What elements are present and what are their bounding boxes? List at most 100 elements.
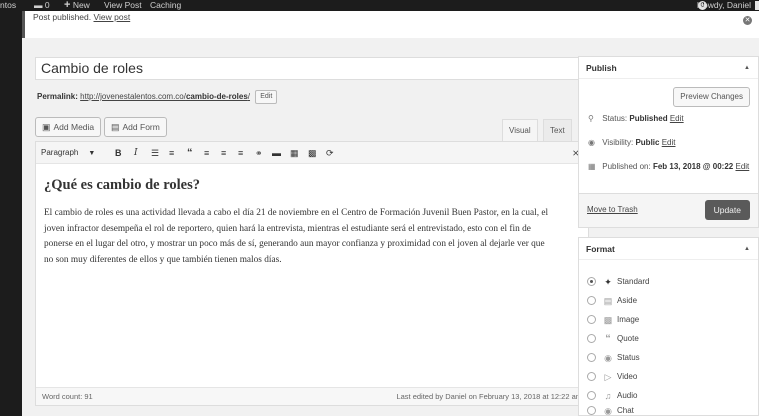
format-option-label: Chat: [617, 406, 634, 415]
published-label: Published on:: [602, 162, 651, 171]
collapse-arrow-icon[interactable]: ▲: [744, 238, 750, 260]
last-edited: Last edited by Daniel on February 13, 20…: [396, 392, 582, 401]
comments-count: 0: [44, 0, 50, 10]
format-option-label: Standard: [617, 277, 650, 286]
content-paragraph: El cambio de roles es una actividad llev…: [44, 208, 549, 265]
format-select-value: Paragraph: [41, 148, 79, 157]
chevron-down-icon: ▼: [88, 150, 96, 157]
view-post-link[interactable]: View Post: [104, 0, 142, 11]
visibility-edit-link[interactable]: Edit: [662, 138, 676, 147]
radio[interactable]: [587, 334, 596, 343]
chat-icon: ◉: [604, 406, 612, 416]
edit-post-screen: Post published. View post ✕ Cambio de ro…: [22, 11, 759, 416]
format-option-label: Video: [617, 372, 638, 381]
audio-icon: ♫: [604, 391, 612, 401]
bold-icon[interactable]: B: [115, 142, 122, 164]
add-media-button[interactable]: ▣ Add Media: [35, 117, 102, 137]
permalink-link[interactable]: http://jovenestalentos.com.co/cambio-de-…: [80, 92, 250, 101]
content-heading: ¿Qué es cambio de roles?: [44, 177, 200, 193]
radio[interactable]: [587, 406, 596, 415]
notice-text: Post published.: [33, 12, 92, 22]
radio[interactable]: [587, 353, 596, 362]
publish-box-title: Publish: [586, 63, 617, 73]
add-form-button[interactable]: ▤ Add Form: [104, 117, 167, 137]
format-box: Format ▲ ✦ Standard ▤ Aside ▩ Image “ Qu…: [578, 237, 759, 416]
howdy-user-link[interactable]: Howdy, Daniel: [697, 0, 751, 11]
media-icon: ▣: [42, 122, 51, 132]
radio[interactable]: [587, 315, 596, 324]
post-title-input[interactable]: Cambio de roles: [35, 57, 589, 80]
published-edit-link[interactable]: Edit: [735, 162, 749, 171]
form-icon: ▤: [111, 122, 120, 132]
dismiss-icon[interactable]: ✕: [743, 16, 752, 25]
radio[interactable]: [587, 296, 596, 305]
visibility-label: Visibility:: [602, 138, 634, 147]
site-name-link[interactable]: ntos: [0, 0, 16, 11]
status-value: Published: [629, 114, 668, 123]
format-option-label: Status: [617, 353, 640, 362]
published-value: Feb 13, 2018 @ 00:22: [652, 162, 734, 171]
format-option-label: Audio: [617, 391, 638, 400]
refresh-icon[interactable]: ⟳: [326, 142, 334, 164]
blockquote-icon[interactable]: “: [187, 142, 193, 164]
numbered-list-icon[interactable]: ≡: [169, 142, 174, 164]
move-to-trash-link[interactable]: Move to Trash: [587, 205, 638, 214]
post-published-notice: Post published. View post ✕: [22, 11, 759, 38]
admin-bar: ntos ▬ 0 + New View Post Caching 0 Howdy…: [0, 0, 759, 11]
radio[interactable]: [587, 391, 596, 400]
status-edit-link[interactable]: Edit: [670, 114, 684, 123]
toolbar-toggle-icon[interactable]: ▦: [290, 142, 299, 164]
format-box-title: Format: [586, 244, 615, 254]
format-option-label: Quote: [617, 334, 639, 343]
format-box-header[interactable]: Format ▲: [579, 238, 758, 260]
preview-changes-button[interactable]: Preview Changes: [673, 87, 750, 107]
radio[interactable]: [587, 372, 596, 381]
insert-media-icon[interactable]: ▩: [308, 142, 317, 164]
visibility-value: Public: [635, 138, 660, 147]
update-button[interactable]: Update: [704, 200, 750, 220]
status-bubble-icon: ◉: [604, 353, 612, 363]
pin-icon: ✦: [604, 277, 612, 287]
link-icon[interactable]: ⚭: [255, 142, 263, 164]
editor-content[interactable]: ¿Qué es cambio de roles? El cambio de ro…: [44, 174, 554, 268]
permalink-slug: cambio-de-roles: [185, 92, 248, 102]
post-editor: Paragraph ▼ B I ☰ ≡ “ ≡ ≡ ≡ ⚭ ▬ ▦ ▩ ⟳ ⨯ ¿…: [35, 141, 589, 406]
new-content-link[interactable]: + New: [64, 0, 90, 11]
visibility-row: ◉ Visibility: Public Edit: [588, 137, 676, 149]
format-option-label: Aside: [617, 296, 638, 305]
radio-selected[interactable]: [587, 277, 596, 286]
aside-icon: ▤: [603, 296, 613, 306]
permalink-label: Permalink:: [37, 92, 78, 102]
caching-link[interactable]: Caching: [150, 0, 181, 11]
plus-icon: +: [64, 0, 71, 11]
image-icon: ▩: [603, 315, 613, 325]
align-center-icon[interactable]: ≡: [221, 142, 226, 164]
quote-icon: “: [605, 333, 611, 345]
collapse-arrow-icon[interactable]: ▲: [744, 57, 750, 79]
format-option-label: Image: [617, 315, 640, 324]
editor-toolbar: Paragraph ▼ B I ☰ ≡ “ ≡ ≡ ≡ ⚭ ▬ ▦ ▩ ⟳ ⨯: [36, 142, 588, 164]
video-icon: ▷: [604, 372, 612, 382]
horizontal-rule-icon[interactable]: ▬: [272, 142, 281, 164]
new-label: New: [72, 0, 90, 10]
permalink-tail: /: [247, 92, 251, 102]
italic-icon[interactable]: I: [134, 142, 138, 164]
calendar-icon: ▦: [588, 162, 596, 171]
word-count: Word count: 91: [42, 392, 93, 401]
add-media-label: Add Media: [53, 122, 95, 132]
align-right-icon[interactable]: ≡: [238, 142, 243, 164]
publish-box-header[interactable]: Publish ▲: [579, 57, 758, 79]
publish-box: Publish ▲ Preview Changes ⚲ Status: Publ…: [578, 56, 759, 228]
align-left-icon[interactable]: ≡: [204, 142, 209, 164]
permalink-row: Permalink: http://jovenestalentos.com.co…: [37, 90, 278, 104]
format-select[interactable]: Paragraph ▼: [41, 142, 95, 165]
tab-text[interactable]: Text: [543, 119, 572, 141]
view-post-notice-link[interactable]: View post: [94, 12, 131, 22]
bullet-list-icon[interactable]: ☰: [151, 142, 159, 164]
tab-visual[interactable]: Visual: [502, 119, 538, 141]
permalink-edit-button[interactable]: Edit: [255, 90, 278, 104]
publish-actions: Move to Trash Update: [579, 193, 758, 227]
comments-link[interactable]: ▬ 0: [34, 0, 50, 11]
pin-icon: ⚲: [588, 114, 594, 123]
permalink-base: http://jovenestalentos.com.co/: [80, 92, 186, 102]
